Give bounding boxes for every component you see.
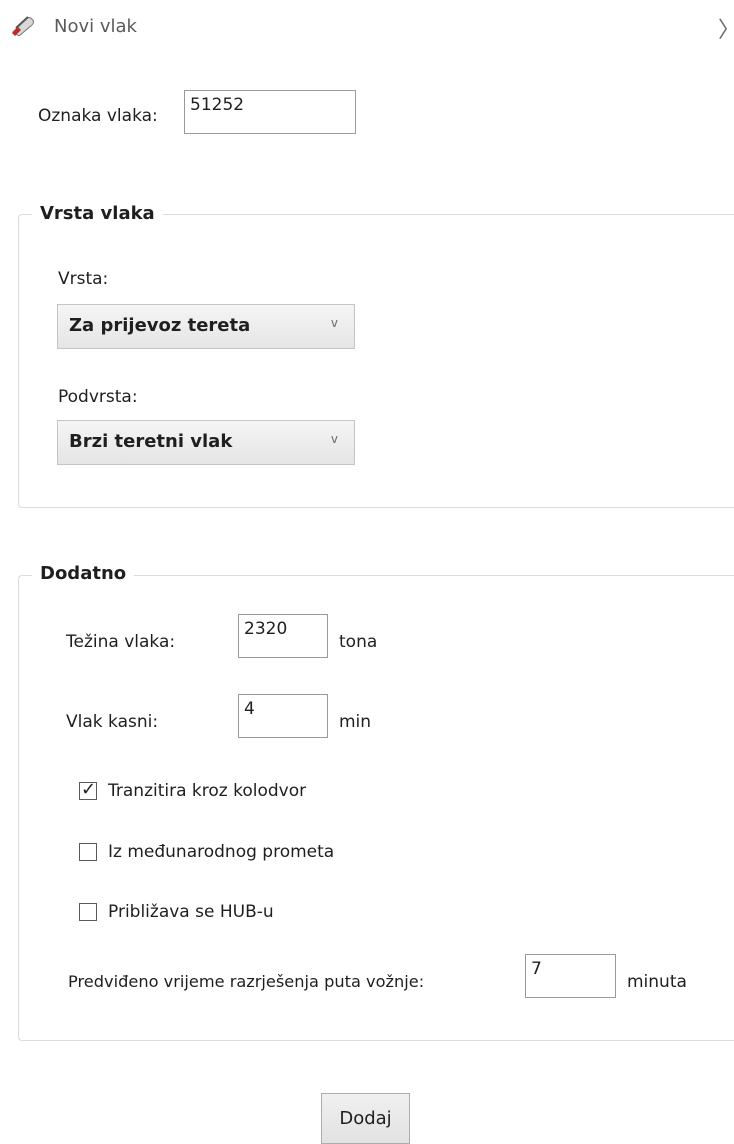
checkmark-icon: ✓	[81, 779, 97, 800]
resolution-time-input[interactable]: 7	[525, 954, 616, 998]
close-icon[interactable]: 〉	[718, 12, 734, 44]
weight-input[interactable]: 2320	[238, 614, 328, 658]
train-number-label: Oznaka vlaka:	[38, 106, 158, 126]
type-label: Vrsta:	[58, 269, 109, 289]
train-icon	[10, 14, 36, 37]
subtype-select-value: Brzi teretni vlak	[69, 431, 233, 452]
transit-checkbox[interactable]: ✓	[79, 779, 97, 800]
type-select[interactable]: Za prijevoz tereta v	[57, 304, 355, 349]
resolution-time-unit: minuta	[627, 972, 687, 992]
international-label[interactable]: Iz međunarodnog prometa	[108, 842, 334, 862]
international-checkbox[interactable]	[79, 843, 97, 861]
train-type-group-title: Vrsta vlaka	[32, 203, 163, 224]
train-number-input[interactable]: 51252	[184, 90, 356, 134]
hub-checkbox[interactable]	[79, 903, 97, 921]
chevron-down-icon: v	[330, 316, 338, 330]
delay-label: Vlak kasni:	[66, 712, 159, 732]
delay-input[interactable]: 4	[238, 694, 328, 738]
hub-label[interactable]: Približava se HUB-u	[108, 902, 274, 922]
subtype-label: Podvrsta:	[58, 387, 138, 407]
weight-unit: tona	[339, 632, 378, 652]
add-button[interactable]: Dodaj	[321, 1093, 410, 1144]
resolution-time-label: Predviđeno vrijeme razrješenja puta vožn…	[68, 972, 425, 991]
window-title: Novi vlak	[54, 16, 137, 37]
transit-label[interactable]: Tranzitira kroz kolodvor	[108, 781, 306, 801]
weight-label: Težina vlaka:	[66, 632, 176, 652]
subtype-select[interactable]: Brzi teretni vlak v	[57, 420, 355, 465]
delay-unit: min	[339, 712, 372, 732]
chevron-down-icon: v	[330, 432, 338, 446]
type-select-value: Za prijevoz tereta	[69, 315, 251, 336]
additional-group-title: Dodatno	[32, 563, 135, 584]
